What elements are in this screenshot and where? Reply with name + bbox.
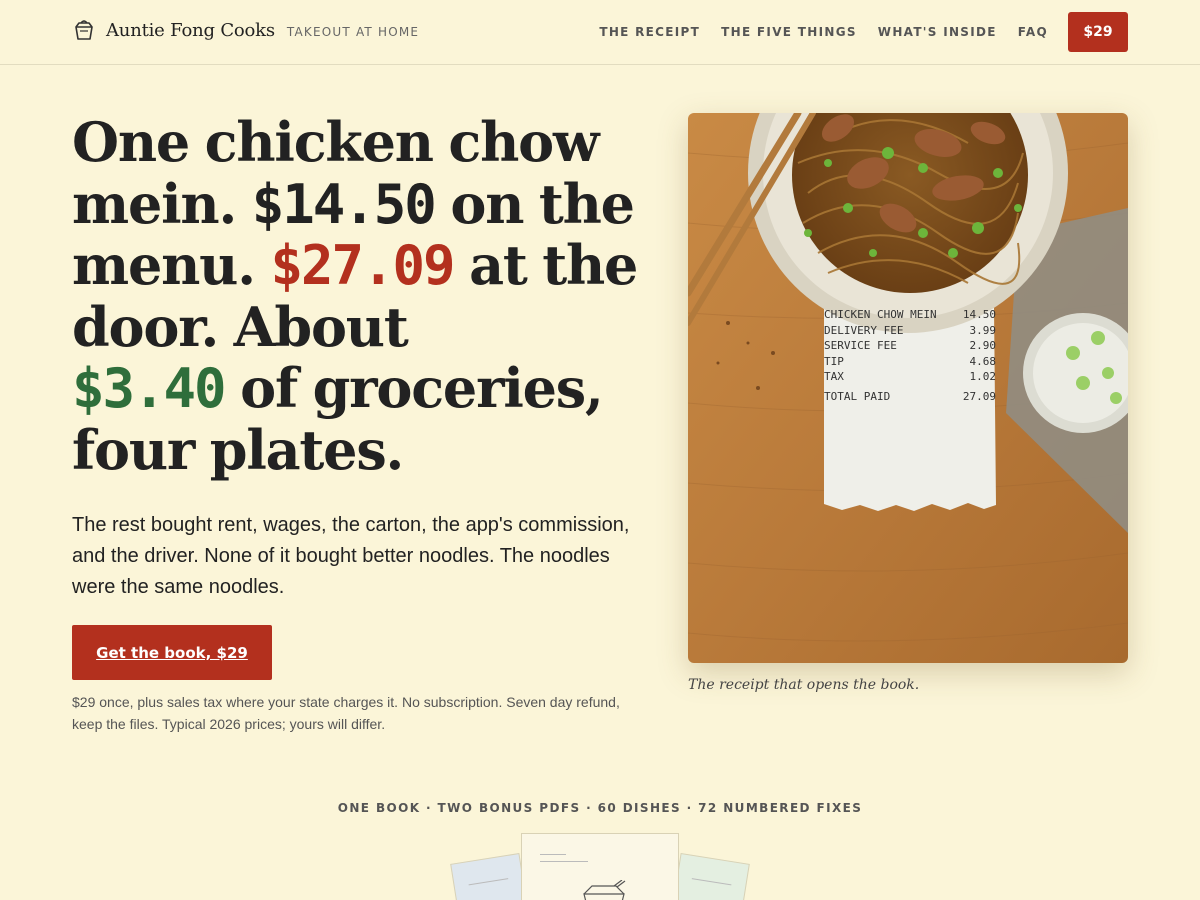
menu-price: $14.50 [251, 172, 437, 236]
receipt-amount: 14.50 [962, 308, 996, 321]
hero-subtitle: The rest bought rent, wages, the carton,… [72, 514, 630, 598]
get-book-button[interactable]: Get the book, $29 [72, 625, 272, 680]
pricing-fineprint: $29 once, plus sales tax where your stat… [72, 694, 620, 732]
brand[interactable]: Auntie Fong Cooks TAKEOUT AT HOME [74, 19, 419, 41]
receipt-amount: 3.99 [969, 323, 997, 337]
bundle-summary: ONE BOOK · TWO BONUS PDFS · 60 DISHES · … [337, 801, 863, 815]
grocery-price: $3.40 [72, 357, 227, 420]
takeout-box-icon [583, 880, 626, 900]
receipt-item: TIP [824, 354, 844, 368]
book-covers [440, 830, 760, 900]
receipt-total: TOTAL PAID 27.09 [824, 390, 996, 406]
main-nav: THE RECEIPT THE FIVE THINGS WHAT'S INSID… [599, 12, 1128, 52]
receipt-line: DELIVERY FEE 3.99 [824, 324, 996, 340]
nav-link-five-things[interactable]: THE FIVE THINGS [721, 25, 857, 39]
receipt-amount: 2.90 [969, 339, 997, 352]
bonus-pdf-cover [668, 853, 750, 900]
takeout-box-icon [75, 20, 93, 40]
photo-caption: The receipt that opens the book. [688, 677, 920, 693]
receipt: CHICKEN CHOW MEIN 14.50 DELIVERY FEE 3.99 … [824, 308, 996, 508]
receipt-line: SERVICE FEE 2.90 [824, 339, 996, 355]
receipt-amount: 4.68 [969, 354, 997, 368]
nav-link-faq[interactable]: FAQ [1018, 25, 1048, 39]
nav-link-receipt[interactable]: THE RECEIPT [599, 25, 700, 39]
receipt-line: TIP 4.68 [824, 355, 996, 371]
receipt-total-amount: 27.09 [962, 389, 996, 403]
bonus-pdf-cover [450, 853, 532, 900]
receipt-item: TAX [824, 370, 844, 383]
header-buy-button[interactable]: $29 [1068, 12, 1128, 52]
nav-link-whats-inside[interactable]: WHAT'S INSIDE [878, 25, 997, 39]
book-cover [521, 833, 679, 900]
receipt-item: SERVICE FEE [824, 339, 897, 352]
receipt-line: TAX 1.02 [824, 370, 996, 386]
hero-headline: One chicken chow mein. $14.50 on the men… [72, 111, 642, 481]
receipt-line: CHICKEN CHOW MEIN 14.50 [824, 308, 996, 324]
brand-name: Auntie Fong Cooks [106, 19, 275, 41]
receipt-total-label: TOTAL PAID [824, 389, 891, 403]
door-price: $27.09 [270, 234, 455, 297]
brand-tagline: TAKEOUT AT HOME [286, 24, 420, 39]
site-header: Auntie Fong Cooks TAKEOUT AT HOME THE RE… [0, 0, 1200, 65]
receipt-item: CHICKEN CHOW MEIN [824, 308, 937, 321]
hero-photo: CHICKEN CHOW MEIN 14.50 DELIVERY FEE 3.99 … [688, 113, 1128, 663]
receipt-amount: 1.02 [969, 370, 997, 383]
receipt-item: DELIVERY FEE [824, 323, 904, 337]
